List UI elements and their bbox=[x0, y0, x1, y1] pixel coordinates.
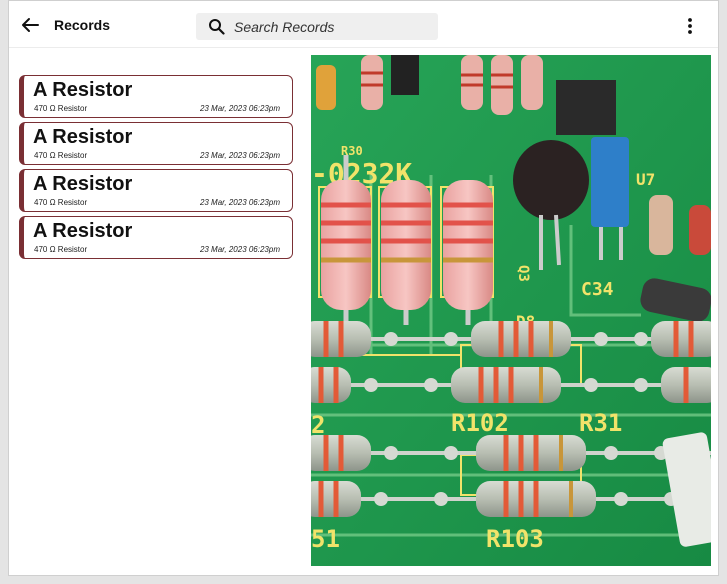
silkscreen-label: R31 bbox=[579, 409, 622, 437]
silkscreen-label: Q3 bbox=[515, 265, 531, 282]
silkscreen-label: U7 bbox=[636, 170, 655, 189]
top-bar: Records bbox=[9, 1, 718, 48]
overflow-menu-button[interactable] bbox=[686, 17, 694, 35]
record-type: Resistor bbox=[57, 104, 88, 113]
search-icon bbox=[209, 19, 225, 35]
record-timestamp: 23 Mar, 2023 06:23pm bbox=[199, 245, 280, 254]
record-value: 470 Ω bbox=[34, 198, 56, 207]
record-card[interactable]: A Resistor 470 Ω Resistor 23 Mar, 2023 0… bbox=[19, 216, 293, 259]
silkscreen-label: C34 bbox=[581, 279, 614, 300]
silkscreen-label: 2 bbox=[311, 411, 325, 439]
silkscreen-label: R103 bbox=[486, 525, 544, 553]
record-card[interactable]: A Resistor 470 Ω Resistor 23 Mar, 2023 0… bbox=[19, 75, 293, 118]
record-value: 470 Ω bbox=[34, 245, 56, 254]
search-input[interactable] bbox=[234, 17, 429, 36]
record-timestamp: 23 Mar, 2023 06:23pm bbox=[199, 198, 280, 207]
arrow-left-icon bbox=[22, 18, 39, 32]
record-card[interactable]: A Resistor 470 Ω Resistor 23 Mar, 2023 0… bbox=[19, 122, 293, 165]
record-timestamp: 23 Mar, 2023 06:23pm bbox=[199, 104, 280, 113]
record-subtitle: 470 Ω Resistor bbox=[34, 198, 87, 207]
record-type: Resistor bbox=[57, 245, 88, 254]
record-card[interactable]: A Resistor 470 Ω Resistor 23 Mar, 2023 0… bbox=[19, 169, 293, 212]
record-value: 470 Ω bbox=[34, 104, 56, 113]
record-name: A Resistor bbox=[33, 220, 133, 242]
records-list: A Resistor 470 Ω Resistor 23 Mar, 2023 0… bbox=[19, 75, 293, 263]
component-photo: -0232K R102 R31 R103 C34 Q3 D8 U7 R30 2 … bbox=[311, 55, 711, 566]
record-name: A Resistor bbox=[33, 79, 133, 101]
record-subtitle: 470 Ω Resistor bbox=[34, 245, 87, 254]
silkscreen-label: 51 bbox=[311, 525, 340, 553]
record-timestamp: 23 Mar, 2023 06:23pm bbox=[199, 151, 280, 160]
search-bar[interactable] bbox=[196, 13, 438, 40]
record-type: Resistor bbox=[57, 151, 88, 160]
record-type: Resistor bbox=[57, 198, 88, 207]
record-name: A Resistor bbox=[33, 173, 133, 195]
more-vertical-icon bbox=[688, 18, 692, 34]
page-title: Records bbox=[54, 17, 111, 33]
record-value: 470 Ω bbox=[34, 151, 56, 160]
back-button[interactable] bbox=[19, 14, 41, 36]
app-window: Records A Resistor 470 Ω Resistor 23 Mar… bbox=[8, 0, 719, 576]
silkscreen-label: R102 bbox=[451, 409, 509, 437]
circuit-board-image: -0232K R102 R31 R103 C34 Q3 D8 U7 R30 2 … bbox=[311, 55, 711, 566]
record-subtitle: 470 Ω Resistor bbox=[34, 104, 87, 113]
record-subtitle: 470 Ω Resistor bbox=[34, 151, 87, 160]
record-name: A Resistor bbox=[33, 126, 133, 148]
